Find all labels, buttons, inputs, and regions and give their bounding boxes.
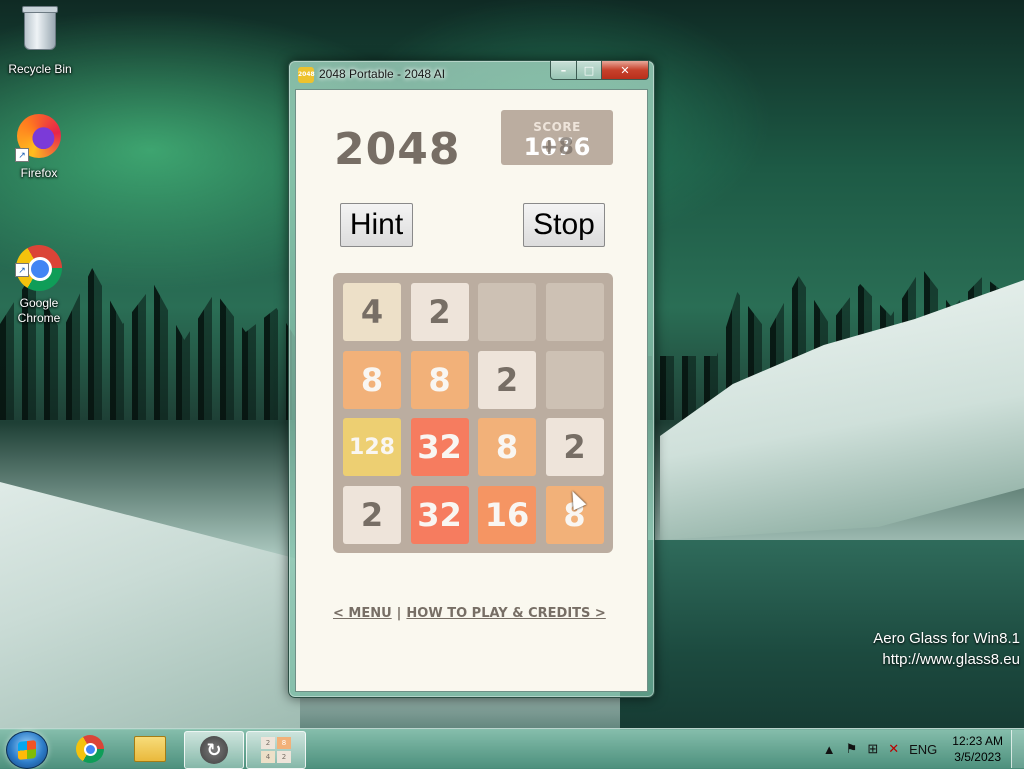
score-value: 1076 +8 [501, 134, 613, 160]
mini-tile: 4 [261, 751, 275, 763]
game-board: 4 2 8 8 2 128 32 8 2 2 32 16 8 [333, 273, 613, 553]
maximize-button[interactable]: □ [577, 61, 602, 80]
watermark: Aero Glass for Win8.1 http://www.glass8.… [873, 628, 1020, 670]
app-window: 2048 2048 Portable - 2048 AI – □ ✕ 2048 … [288, 60, 655, 698]
watermark-line1: Aero Glass for Win8.1 [873, 630, 1020, 647]
tile-8: 8 [410, 350, 469, 409]
tile-8: 8 [478, 418, 536, 476]
folder-icon [134, 736, 166, 762]
desktop-icon-label: Recycle Bin [8, 62, 72, 76]
score-label: SCORE [533, 120, 581, 134]
watermark-line2: http://www.glass8.eu [882, 651, 1020, 668]
score-increment: +8 [540, 135, 574, 160]
show-desktop-button[interactable] [1011, 730, 1024, 768]
tile-128: 128 [343, 418, 401, 476]
desktop-icon-chrome[interactable]: ↗ Google Chrome [1, 214, 77, 341]
taskbar: ↻ 2 8 4 2 ▲ ⚑ ⊞ ✕ ENG 12:23 AM 3/5/2023 [0, 728, 1024, 769]
tile-2: 2 [343, 485, 401, 544]
recycle-bin-icon [16, 6, 64, 58]
firefox-icon: ↗ [15, 114, 63, 162]
tile-2: 2 [410, 283, 469, 341]
show-hidden-icons-button[interactable]: ▲ [823, 742, 836, 757]
game-title: 2048 [334, 124, 461, 175]
stop-button[interactable]: Stop [523, 203, 605, 247]
footer-links: < MENU | HOW TO PLAY & CREDITS > [333, 606, 606, 621]
tile-32: 32 [410, 485, 469, 544]
minimize-button[interactable]: – [550, 61, 577, 80]
start-button[interactable] [6, 731, 48, 769]
mini-tile: 8 [277, 737, 291, 749]
tile-2: 2 [478, 350, 536, 409]
mini-tile: 2 [277, 751, 291, 763]
window-title: 2048 Portable - 2048 AI [319, 67, 446, 81]
snow-bank-left [0, 482, 300, 730]
app-2048-icon: 2048 [298, 67, 315, 83]
taskbar-item-chrome[interactable] [61, 731, 119, 767]
chrome-icon [76, 735, 104, 763]
volume-muted-icon[interactable]: ✕ [888, 741, 899, 757]
taskbar-item-explorer[interactable] [121, 731, 179, 767]
clock-time: 12:23 AM [952, 734, 1003, 748]
system-tray: ▲ ⚑ ⊞ ✕ ENG 12:23 AM 3/5/2023 [818, 729, 1024, 769]
windows-logo-icon [18, 740, 36, 760]
taskbar-item-app[interactable]: ↻ [184, 731, 244, 769]
action-center-flag-icon[interactable]: ⚑ [846, 741, 858, 757]
empty-cell [478, 283, 536, 341]
empty-cell [545, 283, 604, 341]
chrome-icon: ↗ [15, 229, 63, 291]
empty-cell [545, 350, 604, 409]
network-icon[interactable]: ⊞ [867, 741, 878, 757]
shortcut-arrow-icon: ↗ [15, 148, 29, 162]
clock-date: 3/5/2023 [954, 750, 1001, 764]
tile-4: 4 [343, 283, 401, 341]
link-separator: | [396, 606, 402, 621]
arrow-app-icon: ↻ [200, 736, 228, 764]
desktop-icon-label: Firefox [20, 166, 58, 180]
mini-tile: 2 [261, 737, 275, 749]
desktop-icon-recycle-bin[interactable]: Recycle Bin [2, 6, 78, 76]
how-to-play-link[interactable]: HOW TO PLAY & CREDITS > [406, 606, 605, 621]
tile-2: 2 [545, 418, 604, 476]
title-bar[interactable]: 2048 2048 Portable - 2048 AI – □ ✕ [289, 61, 654, 89]
tile-32: 32 [410, 418, 469, 476]
taskbar-item-2048[interactable]: 2 8 4 2 [246, 731, 306, 769]
desktop-icon-firefox[interactable]: ↗ Firefox [1, 112, 77, 180]
close-button[interactable]: ✕ [602, 61, 649, 80]
caption-buttons: – □ ✕ [550, 61, 649, 80]
game-area: 2048 SCORE 1076 +8 Hint Stop 4 2 8 8 2 128 32 8… [295, 89, 648, 692]
menu-link[interactable]: < MENU [333, 606, 392, 621]
tile-16: 16 [478, 485, 536, 544]
shortcut-arrow-icon: ↗ [15, 263, 29, 277]
clock[interactable]: 12:23 AM 3/5/2023 [952, 733, 1003, 765]
language-indicator[interactable]: ENG [909, 742, 937, 757]
2048-mini-icon: 2 8 4 2 [261, 737, 291, 763]
hint-button[interactable]: Hint [340, 203, 413, 247]
score-box: SCORE 1076 +8 [501, 110, 613, 165]
tile-8: 8 [343, 350, 401, 409]
